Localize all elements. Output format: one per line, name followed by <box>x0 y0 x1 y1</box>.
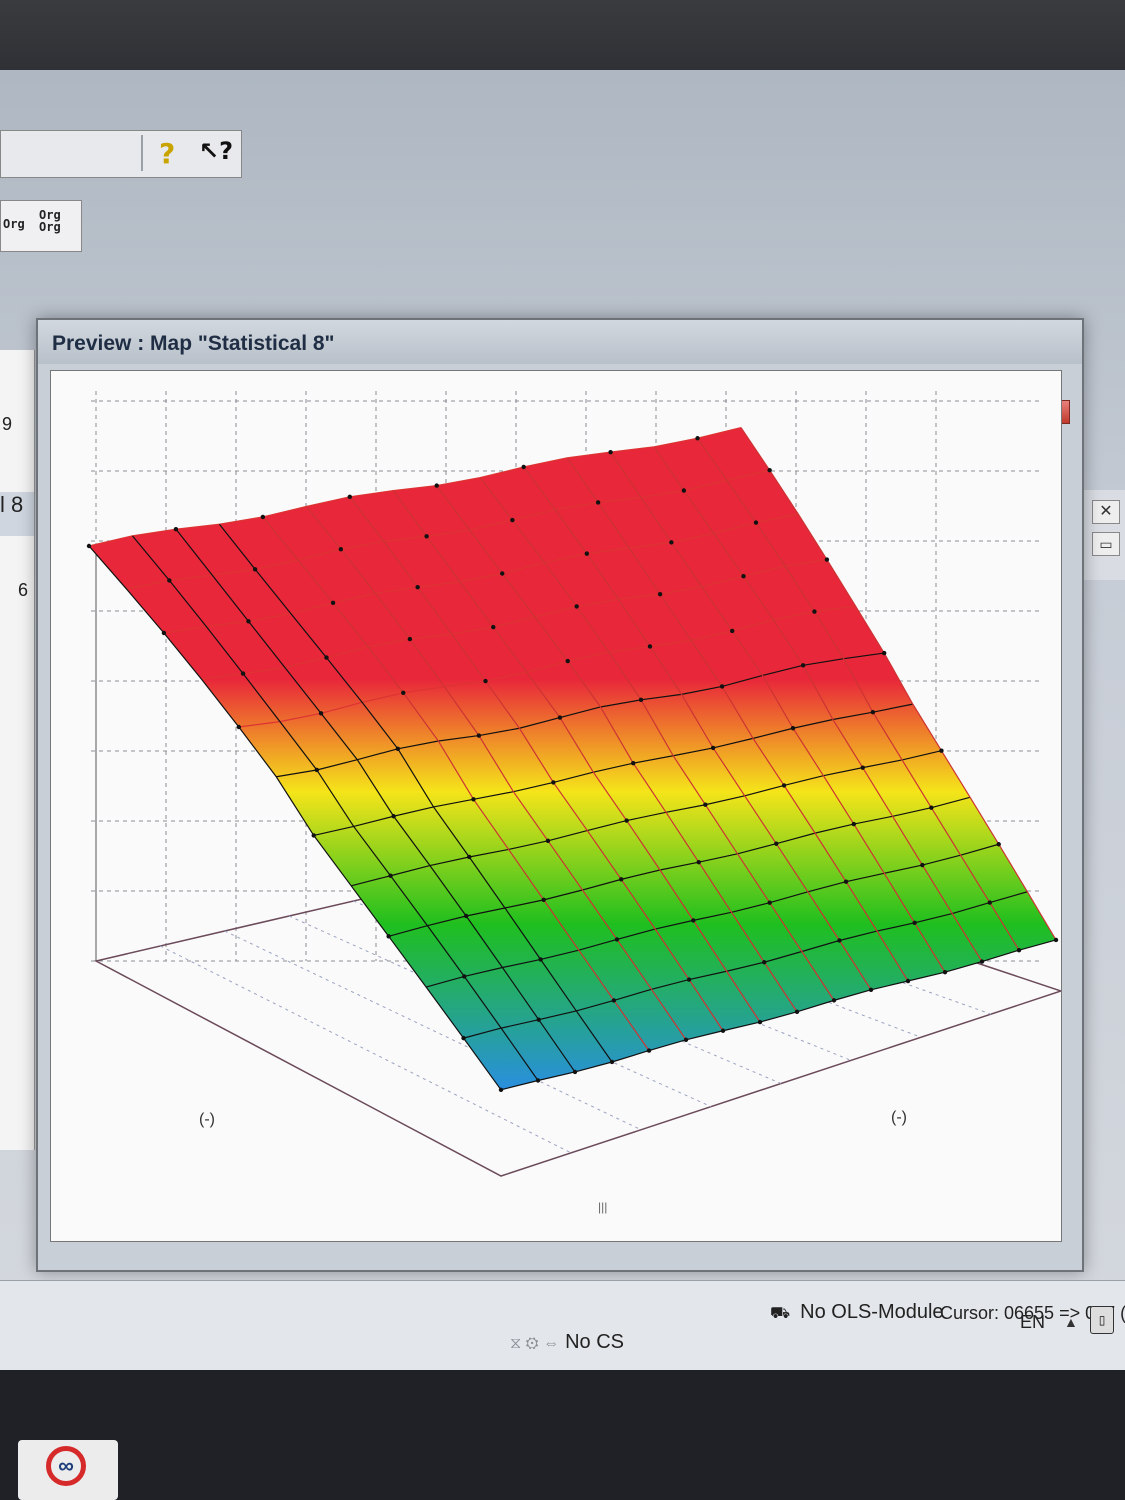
toolbar-separator <box>141 135 143 171</box>
device-tray-icon[interactable]: ▯ <box>1090 1306 1114 1334</box>
language-indicator[interactable]: EN <box>1020 1312 1045 1333</box>
row-number: 6 <box>18 580 29 600</box>
tray-expand-icon[interactable]: ▲ <box>1064 1314 1078 1330</box>
taskbar-app-button[interactable]: ∞ <box>18 1440 118 1500</box>
scrollbar-grip[interactable]: ||| <box>598 1200 607 1214</box>
x-axis-label: (-) <box>891 1109 907 1126</box>
checksum-label: No CS <box>565 1331 624 1353</box>
org-label-bottom: Org <box>39 220 61 234</box>
whats-this-cursor-icon[interactable]: ↖? <box>199 137 233 169</box>
question-mark-icon[interactable]: ? <box>159 137 185 170</box>
car-icon: ⛟ <box>770 1305 791 1322</box>
checksum-icons: ⧖ ⚙ ⇔ <box>510 1335 560 1352</box>
tab-statistical-8[interactable]: l 8 <box>0 492 34 536</box>
hex-editor-panel: 9 l 8 6 <box>0 350 35 1150</box>
close-icon[interactable]: ✕ <box>1092 500 1120 524</box>
winols-logo-icon: ∞ <box>46 1446 86 1486</box>
preview-window: Preview : Map "Statistical 8" ✕ (-) (-) … <box>36 318 1084 1272</box>
ols-module-label: No OLS-Module <box>800 1301 944 1323</box>
map-3d-canvas[interactable]: (-) (-) <box>50 370 1062 1242</box>
taskbar <box>0 1370 1125 1500</box>
org-button-left[interactable]: Org <box>3 217 25 231</box>
restore-icon[interactable]: ▭ <box>1092 532 1120 556</box>
window-title: Preview : Map "Statistical 8" <box>52 332 335 355</box>
checksum-status: ⧖ ⚙ ⇔ No CS <box>510 1331 624 1354</box>
org-toolbar: Org Org Org <box>0 200 82 252</box>
ols-module-status: ⛟ No OLS-Module <box>770 1301 944 1324</box>
row-number: 9 <box>2 414 13 434</box>
help-toolbar: ? ↖? <box>0 130 242 178</box>
window-titlebar[interactable]: Preview : Map "Statistical 8" <box>38 320 1082 364</box>
background-window-controls: ✕ ▭ <box>1080 490 1125 580</box>
y-axis-label: (-) <box>199 1111 215 1128</box>
org-button-stacked[interactable]: Org Org <box>39 209 61 233</box>
status-bar: ⛟No OLS-Module Cursor: 06655 => 067 (067… <box>0 1280 1125 1371</box>
surface-fill <box>89 427 1056 1090</box>
